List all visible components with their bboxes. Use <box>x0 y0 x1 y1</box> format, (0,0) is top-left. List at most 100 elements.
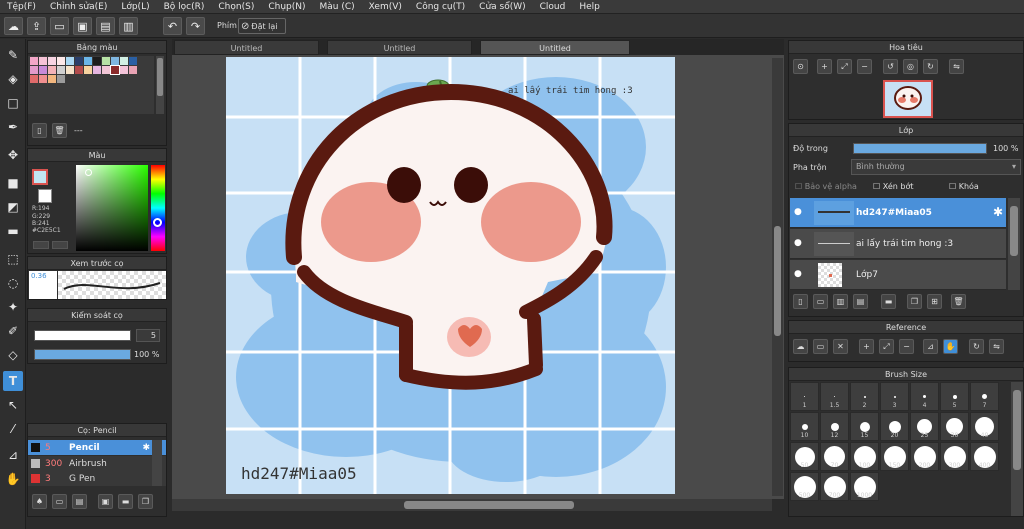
palette-swatch[interactable] <box>93 66 101 74</box>
menu-select[interactable]: Chọn(S) <box>211 2 261 12</box>
palette-swatch[interactable] <box>57 57 65 65</box>
tab-untitled-3[interactable]: Untitled <box>480 40 630 55</box>
palette-swatch[interactable] <box>120 57 128 65</box>
saturation-value-picker[interactable] <box>76 165 148 251</box>
magic-wand-icon[interactable]: ✦ <box>3 297 23 317</box>
duplicate-layer-icon[interactable]: ❐ <box>907 294 922 309</box>
reference-zoom-out-icon[interactable]: − <box>899 339 914 354</box>
palette-swatch[interactable] <box>111 57 119 65</box>
palette-swatch-selected[interactable] <box>110 65 120 75</box>
menu-help[interactable]: Help <box>572 2 607 12</box>
menu-layer[interactable]: Lớp(L) <box>114 2 156 12</box>
eye-icon[interactable]: ● <box>794 238 802 248</box>
new-halftone-layer-icon[interactable]: ▥ <box>833 294 848 309</box>
menu-edit[interactable]: Chỉnh sửa(E) <box>43 2 114 12</box>
palette-swatch[interactable] <box>39 57 47 65</box>
palette-swatch[interactable] <box>102 66 110 74</box>
rotate-left-icon[interactable]: ↺ <box>883 59 898 74</box>
palette-swatch[interactable] <box>66 57 74 65</box>
vertical-scrollbar-thumb[interactable] <box>774 226 781 336</box>
brush-size-scrollbar[interactable] <box>1011 382 1023 516</box>
palette-swatch[interactable] <box>48 66 56 74</box>
palette-swatch[interactable] <box>129 57 137 65</box>
reference-rotate-icon[interactable]: ↻ <box>969 339 984 354</box>
palette-swatch[interactable] <box>57 75 65 83</box>
reference-hand-icon[interactable]: ✋ <box>943 339 958 354</box>
select-pen-icon[interactable]: ✐ <box>3 321 23 341</box>
new-layer-menu-icon[interactable]: ▤ <box>853 294 868 309</box>
layer-row-signature[interactable]: ● hd247#Miaa05 ✱ <box>790 198 1006 228</box>
brush-opacity-slider[interactable] <box>34 349 131 360</box>
menu-window[interactable]: Cửa sổ(W) <box>472 2 532 12</box>
flip-icon[interactable]: ⇋ <box>949 59 964 74</box>
brush-size-3[interactable]: 3 <box>880 382 909 411</box>
palette-swatch[interactable] <box>84 57 92 65</box>
redo-icon[interactable]: ↷ <box>186 17 205 35</box>
palette-swatch[interactable] <box>39 66 47 74</box>
tab-untitled-2[interactable]: Untitled <box>327 40 472 55</box>
add-color-button[interactable] <box>33 241 49 249</box>
gear-icon[interactable]: ✱ <box>993 205 1003 219</box>
tab-untitled-1[interactable]: Untitled <box>174 40 319 55</box>
primary-color-swatch[interactable] <box>32 169 48 185</box>
brush-size-400[interactable]: 400 <box>970 442 999 471</box>
rotate-right-icon[interactable]: ↻ <box>923 59 938 74</box>
cloud-icon[interactable]: ☁ <box>4 17 23 35</box>
layer-scrollbar[interactable] <box>1008 198 1020 290</box>
zoom-fit-icon[interactable]: ⊙ <box>793 59 808 74</box>
menu-file[interactable]: Tệp(F) <box>0 2 43 12</box>
menu-filter[interactable]: Bộ lọc(R) <box>157 2 212 12</box>
alpha-protect-checkbox[interactable]: ☐ Bảo vệ alpha <box>795 182 857 191</box>
brush-folder-icon[interactable]: ▭ <box>52 494 67 509</box>
image-settings-icon[interactable]: ▥ <box>119 17 138 35</box>
secondary-color-swatch[interactable] <box>38 189 52 203</box>
eye-icon[interactable]: ● <box>794 269 802 279</box>
image-icon[interactable]: ▣ <box>73 17 92 35</box>
gradient-tool-icon[interactable]: ▬ <box>3 221 23 241</box>
undo-icon[interactable]: ↶ <box>163 17 182 35</box>
brush-download-icon[interactable]: ▣ <box>98 494 113 509</box>
brush-size-1-5[interactable]: 1.5 <box>820 382 849 411</box>
brush-size-150[interactable]: 150 <box>880 442 909 471</box>
reference-zoom-in-icon[interactable]: + <box>859 339 874 354</box>
menu-cloud[interactable]: Cloud <box>533 2 573 12</box>
brush-settings-icon[interactable]: ▤ <box>72 494 87 509</box>
palette-swatch[interactable] <box>75 57 83 65</box>
new-folder-icon[interactable]: ▬ <box>881 294 896 309</box>
brush-list-scrollbar[interactable] <box>152 440 162 486</box>
layer-blend-select[interactable]: Bình thường ▾ <box>851 159 1021 175</box>
delete-swatch-icon[interactable]: 🗑 <box>52 123 67 138</box>
brush-size-slider[interactable] <box>34 330 131 341</box>
zoom-fill-icon[interactable]: ⤢ <box>837 59 852 74</box>
palette-swatch[interactable] <box>129 66 137 74</box>
palette-swatch[interactable] <box>48 57 56 65</box>
add-brush-icon[interactable]: ♠ <box>32 494 47 509</box>
palette-swatch[interactable] <box>120 66 128 74</box>
brush-row-pencil[interactable]: 5 Pencil ✱ <box>28 440 166 455</box>
brush-size-input[interactable]: 5 <box>136 329 160 342</box>
rotate-reset-icon[interactable]: ◎ <box>903 59 918 74</box>
brush-size-500[interactable]: 500 <box>790 472 819 501</box>
rectangle-select-icon[interactable]: □ <box>3 93 23 113</box>
text-tool-icon[interactable]: T <box>3 371 23 391</box>
palette-swatch[interactable] <box>48 75 56 83</box>
hue-slider-thumb[interactable] <box>153 218 162 227</box>
horizontal-scrollbar[interactable] <box>172 499 772 511</box>
layer-row-text[interactable]: ● ai lấy trái tim hong :3 <box>790 229 1006 259</box>
palette-scrollbar[interactable] <box>156 56 164 114</box>
color-picker-cursor[interactable] <box>85 169 92 176</box>
export-icon[interactable]: ⇪ <box>27 17 46 35</box>
brush-size-20[interactable]: 20 <box>880 412 909 441</box>
hue-slider[interactable] <box>151 165 165 251</box>
brush-size-15[interactable]: 15 <box>850 412 879 441</box>
move-tool-icon[interactable]: ✥ <box>3 145 23 165</box>
brush-size-1000[interactable]: 1000 <box>850 472 879 501</box>
palette-swatch[interactable] <box>30 75 38 83</box>
reference-cloud-icon[interactable]: ☁ <box>793 339 808 354</box>
delete-layer-icon[interactable]: 🗑 <box>951 294 966 309</box>
eyedropper-icon[interactable]: ⊿ <box>3 445 23 465</box>
drawing-canvas[interactable]: ai lấy trái tim hong :3 hd247#Miaa05 <box>226 57 675 494</box>
palette-swatch[interactable] <box>75 66 83 74</box>
palette-swatch[interactable] <box>30 57 38 65</box>
reference-eyedropper-icon[interactable]: ⊿ <box>923 339 938 354</box>
